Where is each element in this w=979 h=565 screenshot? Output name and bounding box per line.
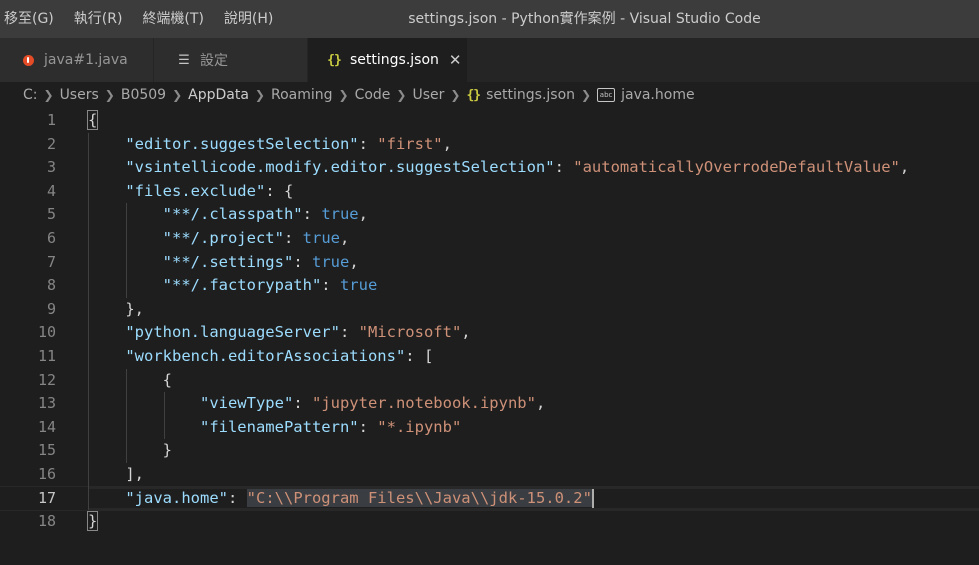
code-line[interactable]: 12 {	[0, 369, 979, 393]
menu-terminal[interactable]: 終端機(T)	[132, 0, 213, 38]
tab-label: java#1.java	[44, 52, 128, 68]
line-number: 5	[46, 205, 56, 224]
code-text: "**/.project": true,	[162, 229, 350, 247]
line-number: 2	[46, 134, 56, 153]
tab-settings-json[interactable]: {} settings.json ✕	[308, 38, 468, 82]
chevron-right-icon: ❯	[581, 88, 592, 102]
code-line[interactable]: 5 "**/.classpath": true,	[0, 203, 979, 227]
code-line[interactable]: 7 "**/.settings": true,	[0, 251, 979, 275]
line-number: 16	[37, 465, 56, 483]
code-text: }	[86, 511, 99, 532]
breadcrumb-item[interactable]: Roaming	[271, 87, 333, 103]
breadcrumb: C: ❯ Users ❯ B0509 ❯ AppData ❯ Roaming ❯…	[0, 82, 979, 108]
string-property-icon: abc	[597, 88, 616, 102]
menu-bar: 移至(G) 執行(R) 終端機(T) 說明(H)	[0, 0, 283, 38]
code-line[interactable]: 14 "filenamePattern": "*.ipynb"	[0, 416, 979, 440]
menu-help[interactable]: 說明(H)	[214, 0, 283, 38]
indent-guide	[126, 203, 128, 298]
breadcrumb-item[interactable]: Users	[60, 87, 99, 103]
chevron-right-icon: ❯	[254, 88, 265, 102]
breadcrumb-item[interactable]: User	[412, 87, 444, 103]
line-number: 7	[46, 252, 56, 271]
line-number: 8	[46, 276, 56, 295]
chevron-right-icon: ❯	[396, 88, 407, 102]
code-line[interactable]: 16 ],	[0, 463, 979, 487]
code-text: },	[125, 299, 144, 318]
breadcrumb-item[interactable]: Code	[355, 87, 391, 103]
code-line[interactable]: 3 "vsintellicode.modify.editor.suggestSe…	[0, 156, 979, 180]
code-text: "filenamePattern": "*.ipynb"	[199, 417, 462, 436]
chevron-right-icon: ❯	[43, 88, 54, 102]
code-line[interactable]: 9 },	[0, 298, 979, 322]
code-line[interactable]: 6 "**/.project": true,	[0, 227, 979, 251]
line-number: 18	[37, 512, 56, 531]
tab-label: settings.json	[350, 52, 439, 68]
chevron-right-icon: ❯	[338, 88, 349, 102]
menu-run[interactable]: 執行(R)	[64, 0, 133, 38]
close-icon[interactable]: ✕	[449, 51, 462, 69]
code-line[interactable]: 4 "files.exclude": {	[0, 180, 979, 204]
breadcrumb-item[interactable]: AppData	[188, 87, 249, 103]
code-text: "workbench.editorAssociations": [	[125, 347, 434, 365]
indent-guide	[88, 132, 89, 511]
line-number: 15	[37, 441, 56, 460]
json-braces-icon: {}	[466, 87, 481, 103]
code-line[interactable]: 1{	[0, 109, 979, 133]
chevron-right-icon: ❯	[104, 88, 115, 102]
code-text: "files.exclude": {	[125, 181, 294, 200]
breadcrumb-item[interactable]: B0509	[121, 87, 166, 103]
code-line[interactable]: 8 "**/.factorypath": true	[0, 274, 979, 298]
tab-settings-editor[interactable]: ☰ 設定	[154, 38, 308, 82]
line-number: 10	[37, 323, 56, 342]
tab-java-file[interactable]: java#1.java	[0, 38, 154, 82]
code-line[interactable]: 13 "viewType": "jupyter.notebook.ipynb",	[0, 392, 979, 416]
java-icon	[20, 54, 36, 66]
line-number: 13	[37, 394, 56, 413]
indent-guide	[164, 392, 166, 440]
code-text: {	[86, 110, 99, 130]
code-text: "**/.factorypath": true	[162, 276, 378, 295]
breadcrumb-item[interactable]: C:	[23, 87, 38, 103]
code-line[interactable]: 10 "python.languageServer": "Microsoft",	[0, 321, 979, 345]
code-text: ],	[125, 465, 144, 483]
line-number: 17	[37, 488, 56, 507]
json-braces-icon: {}	[327, 52, 342, 68]
code-text: "vsintellicode.modify.editor.suggestSele…	[125, 158, 910, 177]
code-line[interactable]: 17 "java.home": "C:\\Program Files\\Java…	[0, 485, 979, 512]
code-text: "**/.settings": true,	[162, 252, 359, 271]
code-text: "java.home": "C:\\Program Files\\Java\\j…	[125, 488, 594, 508]
chevron-right-icon: ❯	[450, 88, 461, 102]
settings-editor-icon: ☰	[178, 52, 190, 68]
code-text: "**/.classpath": true,	[162, 205, 368, 224]
line-number: 4	[46, 181, 56, 200]
code-line[interactable]: 11 "workbench.editorAssociations": [	[0, 345, 979, 369]
code-text: }	[162, 441, 172, 460]
line-number: 11	[37, 347, 56, 365]
menu-go[interactable]: 移至(G)	[0, 0, 64, 38]
line-number: 6	[46, 229, 56, 247]
breadcrumb-item[interactable]: java.home	[621, 87, 694, 103]
code-text: "python.languageServer": "Microsoft",	[125, 323, 471, 342]
breadcrumb-item[interactable]: settings.json	[486, 87, 575, 103]
line-number: 3	[46, 158, 56, 177]
line-number: 12	[37, 370, 56, 389]
line-number: 9	[46, 299, 56, 318]
code-text: "editor.suggestSelection": "first",	[125, 134, 452, 153]
code-line[interactable]: 18}	[0, 510, 979, 534]
code-line[interactable]: 15 }	[0, 439, 979, 463]
chevron-right-icon: ❯	[172, 88, 183, 102]
line-number: 14	[37, 417, 56, 436]
indent-guide	[126, 368, 128, 463]
code-text: "viewType": "jupyter.notebook.ipynb",	[199, 394, 546, 413]
code-line[interactable]: 2 "editor.suggestSelection": "first",	[0, 133, 979, 157]
line-number: 1	[46, 111, 56, 129]
code-text: {	[162, 370, 172, 389]
tab-label: 設定	[200, 53, 228, 69]
code-editor[interactable]: 1{2 "editor.suggestSelection": "first", 3…	[0, 108, 979, 565]
tab-bar: java#1.java ☰ 設定 {} settings.json ✕	[0, 38, 979, 82]
title-bar: 移至(G) 執行(R) 終端機(T) 說明(H) settings.json -…	[0, 0, 979, 38]
